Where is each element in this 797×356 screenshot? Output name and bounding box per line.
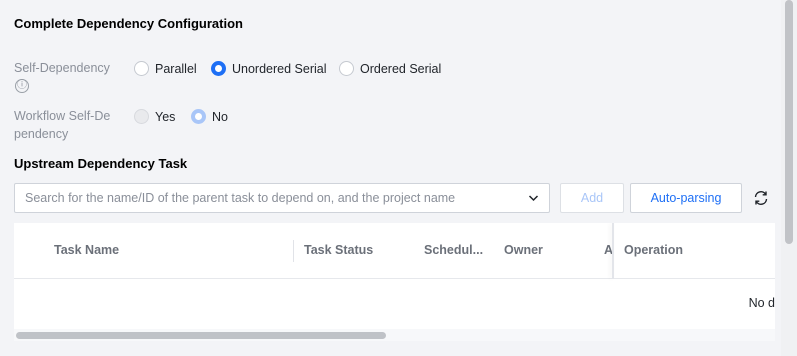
workflow-self-dependency-label: Workflow Self-De pendency [14,109,111,141]
column-header-schedule: Schedul... [424,243,484,257]
search-placeholder: Search for the name/ID of the parent tas… [25,191,456,205]
column-header-owner: Owner [504,243,543,257]
radio-unordered-serial[interactable]: Unordered Serial [211,61,327,76]
column-header-truncated: As [604,243,612,257]
radio-circle-checked-disabled-icon [191,109,206,124]
radio-label: Ordered Serial [360,61,442,76]
radio-label: Parallel [155,61,197,76]
radio-circle-icon [339,61,354,76]
vertical-scrollbar[interactable] [781,0,797,356]
column-header-operation: Operation [624,243,684,257]
upstream-task-table: Task Name Task Status Schedul... Owner A… [14,223,775,341]
complete-dependency-section-title: Complete Dependency Configuration [14,16,243,31]
operation-column-divider [612,223,614,279]
vertical-scrollbar-thumb[interactable] [785,0,793,244]
radio-circle-icon [134,61,149,76]
radio-label: Unordered Serial [232,61,327,76]
self-dependency-label: Self-Dependency [14,61,110,75]
table-header: Task Name Task Status Schedul... Owner A… [14,223,775,279]
empty-table-text: No d [748,296,775,310]
radio-no[interactable]: No [191,109,228,124]
radio-ordered-serial[interactable]: Ordered Serial [339,61,441,76]
auto-parsing-button[interactable]: Auto-parsing [630,183,742,213]
refresh-icon[interactable] [752,189,770,207]
radio-circle-checked-icon [211,61,226,76]
radio-parallel[interactable]: Parallel [134,61,197,76]
horizontal-scrollbar-thumb[interactable] [16,332,386,339]
add-button[interactable]: Add [560,183,624,213]
radio-label: Yes [155,109,176,124]
radio-label: No [212,109,228,124]
radio-yes[interactable]: Yes [134,109,175,124]
radio-circle-disabled-icon [134,109,149,124]
info-icon[interactable]: ⓘ [15,79,29,93]
horizontal-scrollbar[interactable] [14,329,775,341]
chevron-down-icon [528,191,539,208]
parent-task-search-select[interactable]: Search for the name/ID of the parent tas… [14,183,550,213]
upstream-dependency-section-title: Upstream Dependency Task [14,156,188,171]
column-separator [293,240,294,262]
column-header-task-name: Task Name [54,243,120,257]
column-header-task-status: Task Status [304,243,374,257]
